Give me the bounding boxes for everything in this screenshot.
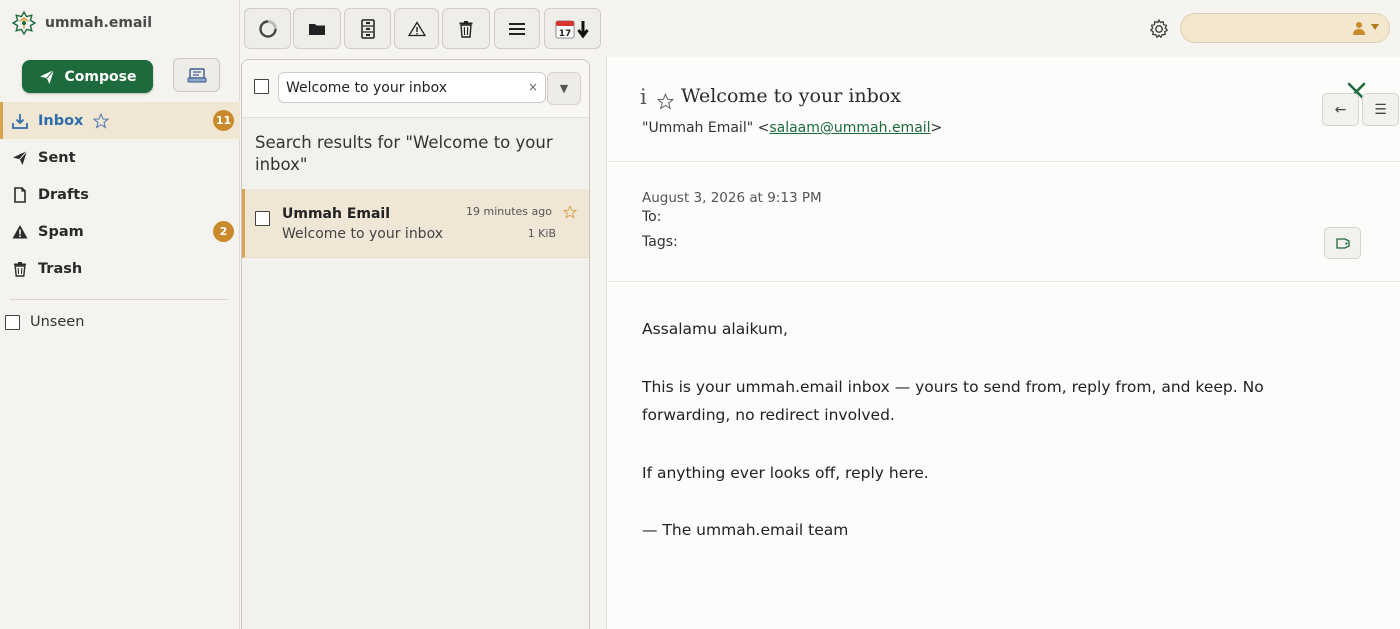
search-results-title: Search results for "Welcome to your inbo… <box>255 133 553 174</box>
add-tag-button[interactable] <box>1324 227 1361 259</box>
paper-plane-icon <box>39 69 54 84</box>
sender-email-link[interactable]: salaam@ummah.email <box>769 120 930 136</box>
delete-button[interactable] <box>442 8 490 49</box>
select-all-checkbox[interactable] <box>254 79 269 94</box>
body-paragraph: — The ummah.email team <box>642 521 849 539</box>
folder-label: Sent <box>38 149 76 166</box>
move-to-folder-button[interactable] <box>293 8 341 49</box>
calendar-import-button[interactable]: 17 <box>544 8 601 49</box>
sidebar: ummah.email Compose Inbox 11 Sent Drafts… <box>0 0 240 629</box>
folder-trash[interactable]: Trash <box>0 250 240 287</box>
more-actions-button[interactable] <box>494 8 540 49</box>
message-list-pane: × ▼ Search results for "Welcome to your … <box>241 59 590 629</box>
brand-name: ummah.email <box>45 15 153 31</box>
unseen-filter[interactable]: Unseen <box>5 314 84 330</box>
folder-icon <box>309 23 325 35</box>
clear-search-icon[interactable]: × <box>528 80 538 94</box>
inbox-icon <box>12 113 28 129</box>
archive-button[interactable] <box>344 8 391 49</box>
star-outline-icon[interactable] <box>657 93 674 110</box>
spam-icon <box>407 20 426 36</box>
refresh-button[interactable] <box>244 8 291 49</box>
folder-label: Trash <box>38 260 83 277</box>
message-sender: Ummah Email <box>282 206 391 222</box>
spam-icon <box>12 224 28 240</box>
search-input[interactable] <box>286 77 522 99</box>
send-icon <box>12 150 28 166</box>
compose-label: Compose <box>64 68 137 85</box>
chevron-down-icon <box>1371 24 1379 30</box>
user-icon <box>1353 22 1365 35</box>
folder-label: Spam <box>38 223 84 240</box>
archive-icon <box>360 18 375 39</box>
message-size: 1 KiB <box>527 227 556 240</box>
spam-count-badge: 2 <box>213 221 234 242</box>
message-meta: August 3, 2026 at 9:13 PM To: Tags: <box>607 162 1400 282</box>
message-checkbox[interactable] <box>255 211 270 226</box>
search-box[interactable]: × <box>278 72 546 103</box>
brand-logo-icon <box>12 11 36 35</box>
tag-icon <box>1335 237 1350 249</box>
folder-list: Inbox 11 Sent Drafts Spam 2 Trash <box>0 102 240 287</box>
message-body: Assalamu alaikum, This is your ummah.ema… <box>642 315 1342 574</box>
settings-gear-icon[interactable] <box>1147 17 1171 41</box>
sidebar-divider <box>10 299 227 300</box>
mark-spam-button[interactable] <box>394 8 439 49</box>
list-header: × ▼ <box>242 60 589 118</box>
refresh-icon <box>258 19 277 38</box>
reader-header: i Welcome to your inbox "Ummah Email" <s… <box>607 57 1400 162</box>
info-icon[interactable]: i <box>640 85 647 109</box>
star-outline-icon[interactable] <box>563 205 577 219</box>
sender-line: "Ummah Email" <salaam@ummah.email> <box>642 120 942 136</box>
search-options-dropdown[interactable]: ▼ <box>547 72 581 105</box>
brand[interactable]: ummah.email <box>12 10 152 36</box>
trash-icon <box>459 20 473 38</box>
folder-inbox[interactable]: Inbox 11 <box>0 102 240 139</box>
svg-text:17: 17 <box>558 29 571 39</box>
unread-count-badge: 11 <box>213 110 234 131</box>
to-label: To: <box>642 209 662 225</box>
trash-icon <box>12 261 28 277</box>
body-paragraph: If anything ever looks off, reply here. <box>642 463 929 482</box>
contacts-card-icon <box>187 68 206 83</box>
menu-icon <box>509 22 525 35</box>
folder-spam[interactable]: Spam 2 <box>0 213 240 250</box>
folder-drafts[interactable]: Drafts <box>0 176 240 213</box>
message-date: August 3, 2026 at 9:13 PM <box>642 190 822 206</box>
message-subject: Welcome to your inbox <box>282 226 443 242</box>
folder-label: Drafts <box>38 186 89 203</box>
folder-sent[interactable]: Sent <box>0 139 240 176</box>
account-menu[interactable] <box>1180 13 1390 43</box>
sender-close: > <box>930 120 943 136</box>
calendar-import-icon: 17 <box>555 20 589 39</box>
unseen-label: Unseen <box>30 314 85 330</box>
folder-label: Inbox <box>38 112 84 129</box>
unseen-checkbox[interactable] <box>5 314 20 330</box>
reader-subject: Welcome to your inbox <box>681 85 901 107</box>
message-row[interactable]: Ummah Email Welcome to your inbox 19 min… <box>242 189 589 258</box>
draft-icon <box>12 186 28 203</box>
sender-name: "Ummah Email" < <box>642 120 770 136</box>
back-button[interactable]: ← <box>1322 93 1359 126</box>
contacts-button[interactable] <box>173 58 220 92</box>
body-paragraph: This is your ummah.email inbox — yours t… <box>642 377 1264 425</box>
message-reader: i Welcome to your inbox "Ummah Email" <s… <box>606 57 1400 629</box>
tags-label: Tags: <box>642 234 678 250</box>
compose-button[interactable]: Compose <box>22 60 153 93</box>
body-paragraph: Assalamu alaikum, <box>642 320 788 338</box>
reader-menu-button[interactable]: ☰ <box>1362 93 1399 126</box>
message-time: 19 minutes ago <box>466 205 552 218</box>
star-outline-icon[interactable] <box>93 112 110 129</box>
